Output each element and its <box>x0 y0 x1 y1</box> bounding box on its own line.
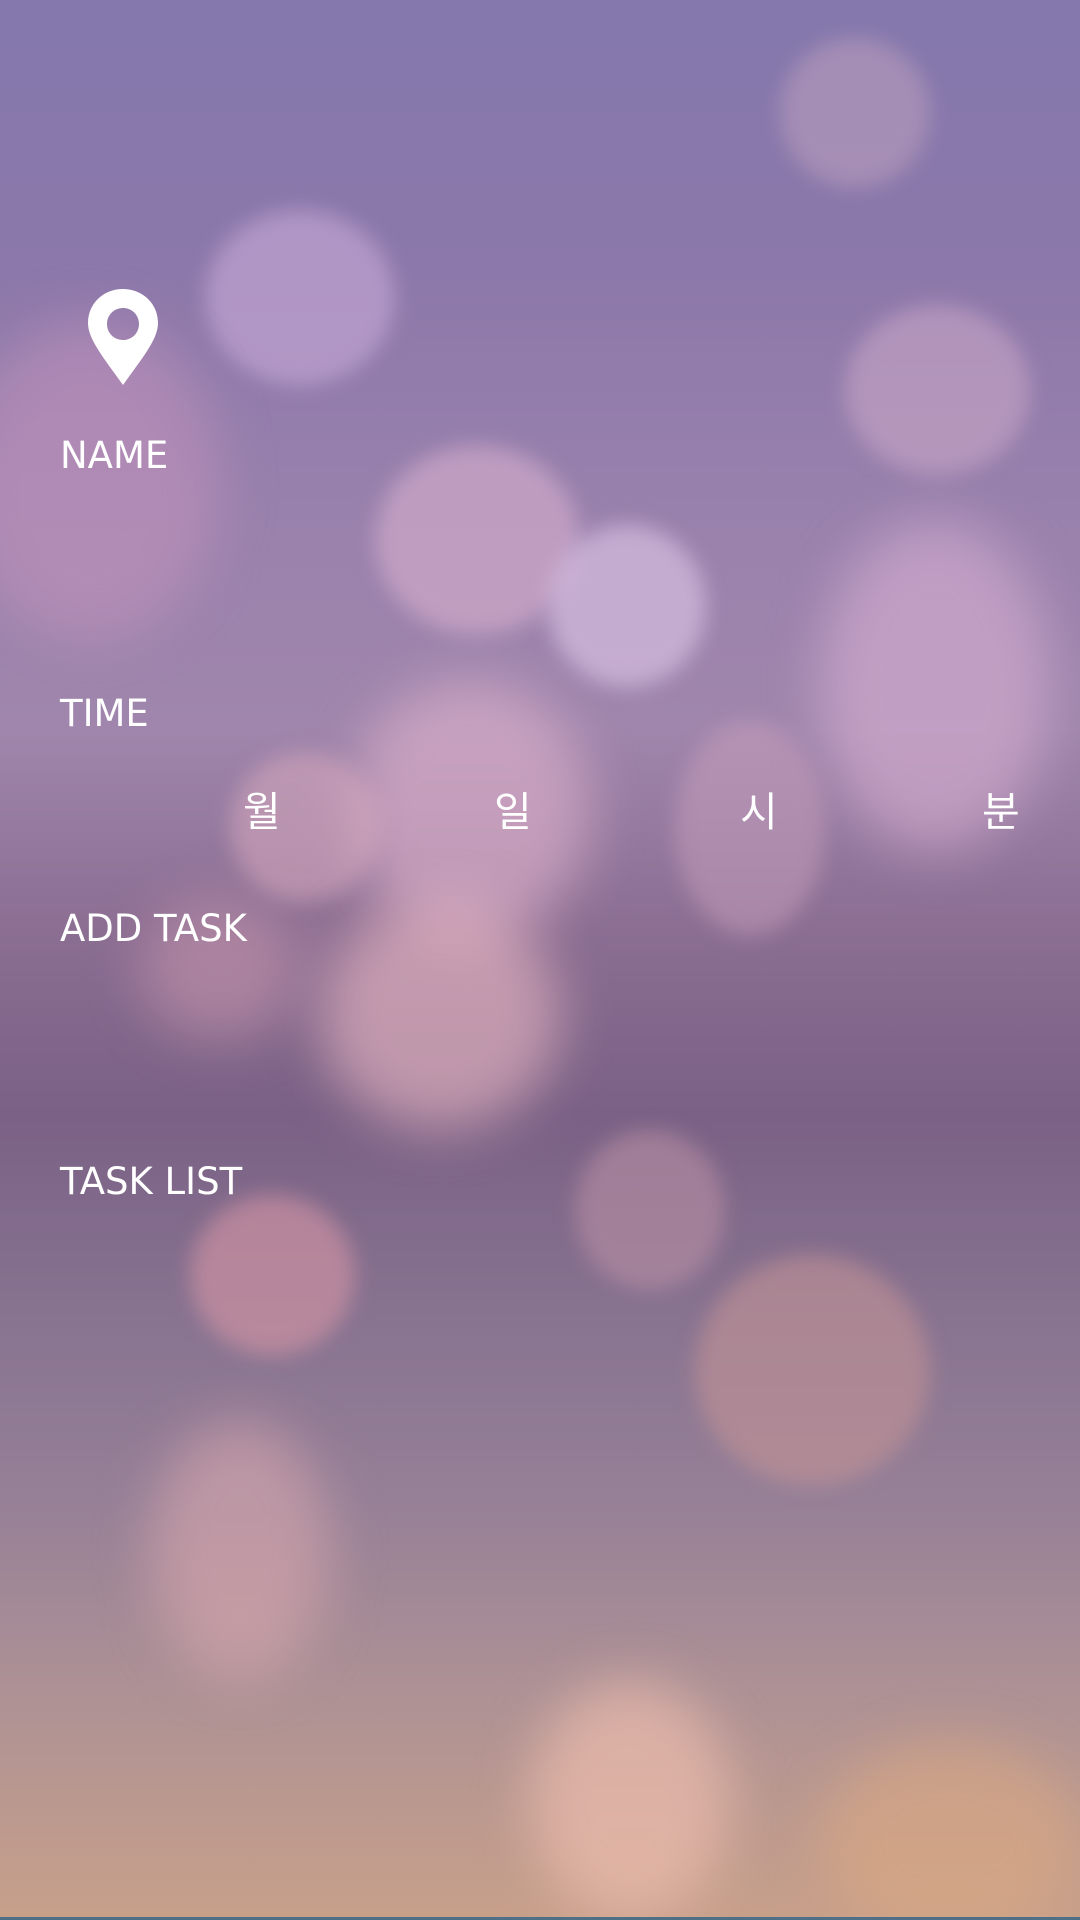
hour-picker[interactable]: 시 <box>740 778 778 838</box>
background-bokeh <box>780 38 930 188</box>
task-list-label: TASK LIST <box>60 1160 243 1203</box>
background-bokeh <box>820 1740 1080 1920</box>
background-bokeh <box>548 525 706 687</box>
background-bokeh <box>320 900 560 1130</box>
day-picker[interactable]: 일 <box>494 778 532 838</box>
month-picker[interactable]: 월 <box>243 778 281 838</box>
background-bokeh <box>350 680 590 940</box>
background-bokeh <box>575 1130 725 1290</box>
location-pin-icon <box>88 289 158 385</box>
time-label: TIME <box>60 692 149 735</box>
background-bokeh <box>695 1255 930 1485</box>
minute-picker[interactable]: 분 <box>982 778 1020 838</box>
background-bokeh <box>190 1195 355 1355</box>
app-screen: NAME TIME 월 일 시 분 ADD TASK TASK LIST <box>0 0 1080 1920</box>
background-bokeh <box>150 1420 330 1680</box>
background-bokeh <box>205 210 395 385</box>
add-task-field[interactable]: ADD TASK <box>60 907 247 950</box>
background-bokeh <box>845 305 1030 475</box>
background-bokeh <box>530 1680 730 1920</box>
name-field[interactable]: NAME <box>60 434 168 477</box>
background-bokeh <box>375 445 580 635</box>
